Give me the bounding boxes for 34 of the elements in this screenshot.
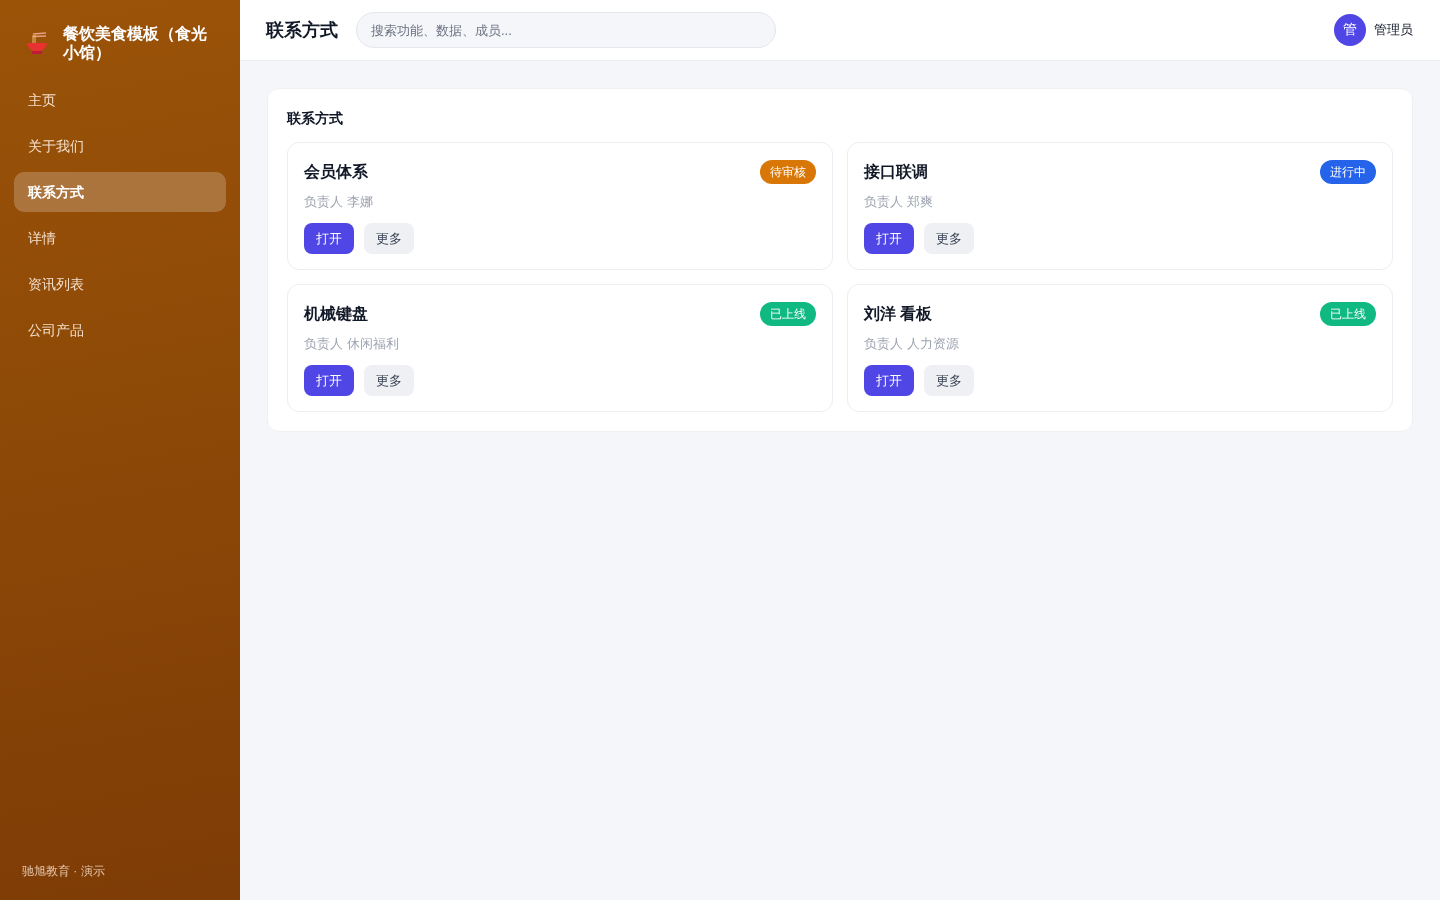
status-badge: 已上线 — [760, 302, 816, 326]
nav-item[interactable]: 联系方式 — [14, 172, 226, 212]
status-badge: 进行中 — [1320, 160, 1376, 184]
more-button[interactable]: 更多 — [364, 365, 414, 396]
nav-item[interactable]: 资讯列表 — [14, 264, 226, 304]
owner-text: 负责人 郑爽 — [864, 193, 934, 211]
card-title: 会员体系 — [304, 161, 368, 182]
card-title: 刘洋 看板 — [864, 303, 933, 324]
nav-item[interactable]: 公司产品 — [14, 310, 226, 350]
more-button[interactable]: 更多 — [924, 365, 974, 396]
search-field[interactable]: 搜索功能、数据、成员... — [356, 12, 776, 48]
footer-text: 驰旭教育 · 演示 — [21, 863, 106, 880]
nav-item[interactable]: 主页 — [14, 80, 226, 120]
card-title: 机械键盘 — [304, 303, 368, 324]
open-button[interactable]: 打开 — [304, 223, 354, 254]
owner-text: 负责人 休闲福利 — [304, 335, 400, 353]
open-button[interactable]: 打开 — [864, 223, 914, 254]
avatar[interactable]: 管 — [1334, 14, 1366, 46]
nav-item[interactable]: 详情 — [14, 218, 226, 258]
user-name: 管理员 — [1374, 21, 1413, 39]
owner-text: 负责人 李娜 — [304, 193, 374, 211]
card-title: 接口联调 — [864, 161, 928, 182]
more-button[interactable]: 更多 — [924, 223, 974, 254]
panel-title: 联系方式 — [287, 109, 344, 128]
owner-text: 负责人 人力资源 — [864, 335, 960, 353]
open-button[interactable]: 打开 — [864, 365, 914, 396]
noodle-bowl-icon — [27, 32, 47, 54]
more-button[interactable]: 更多 — [364, 223, 414, 254]
page-title: 联系方式 — [266, 19, 338, 42]
status-badge: 待审核 — [760, 160, 816, 184]
brand-name: 餐饮美食模板（食光小馆） — [63, 24, 208, 62]
open-button[interactable]: 打开 — [304, 365, 354, 396]
status-badge: 已上线 — [1320, 302, 1376, 326]
nav-item[interactable]: 关于我们 — [14, 126, 226, 166]
